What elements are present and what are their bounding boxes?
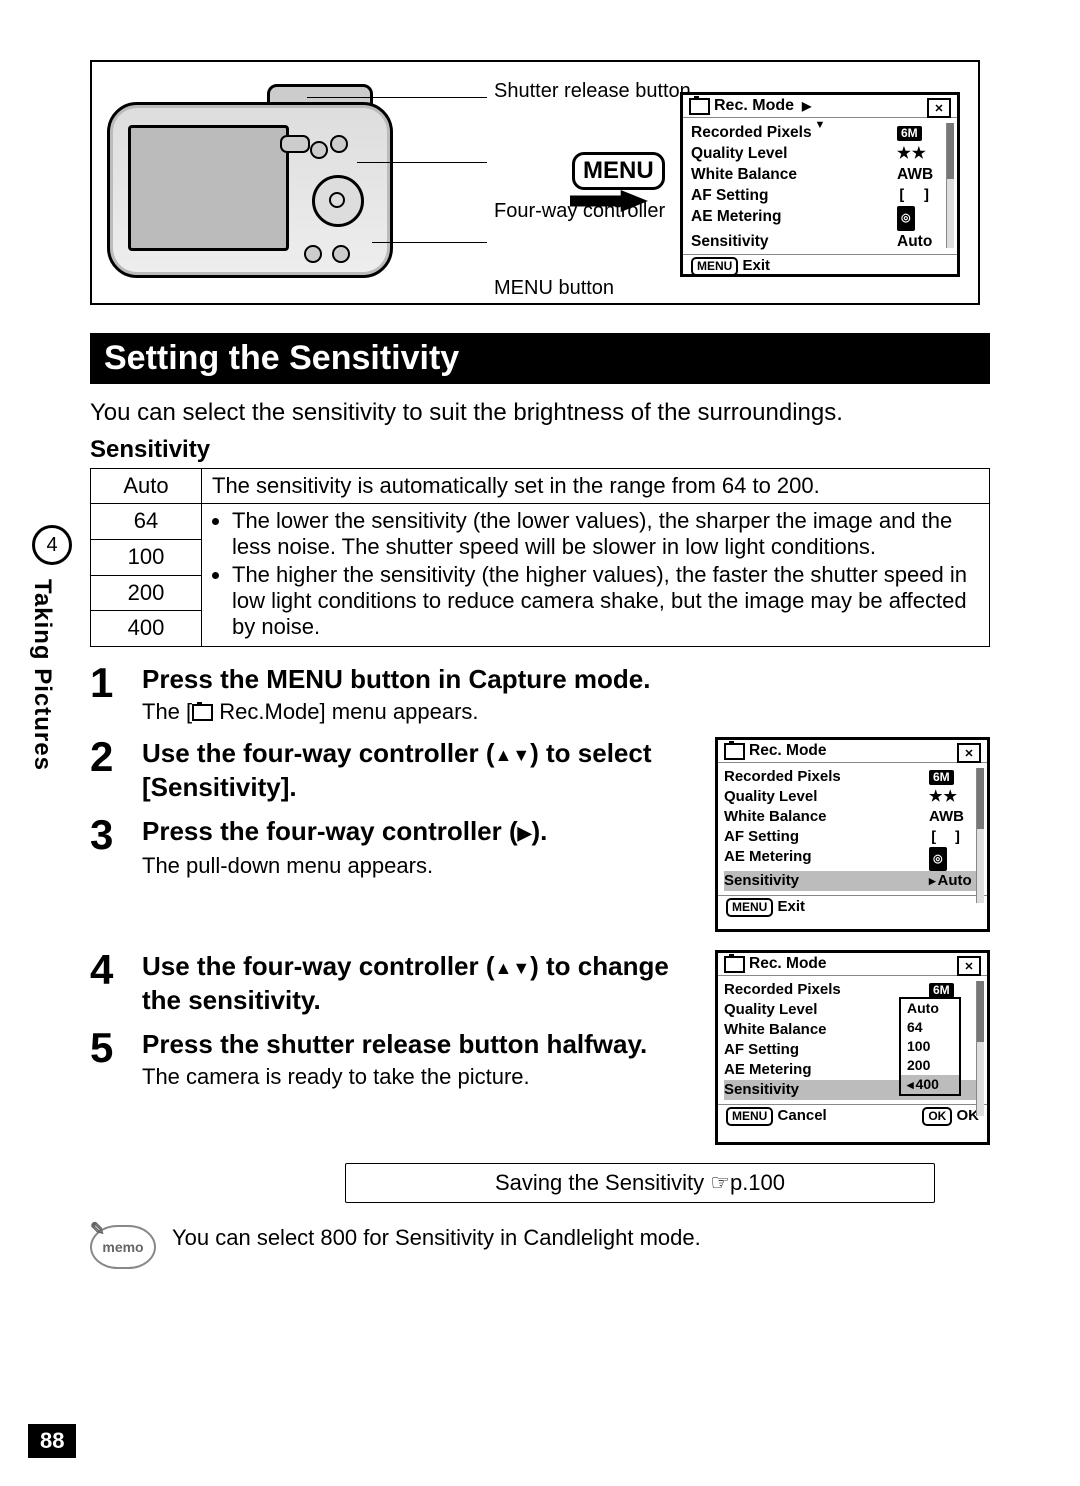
row-recorded-pixels: Recorded Pixels (691, 122, 812, 143)
cell-200: 200 (91, 575, 202, 611)
camera-icon (192, 704, 213, 721)
screen-rec-mode-dropdown: Rec. Mode Recorded Pixels6M Quality Leve… (715, 950, 990, 1145)
table-heading: Sensitivity (90, 436, 990, 464)
camera-icon (724, 743, 745, 760)
intro-text: You can select the sensitivity to suit t… (90, 398, 990, 428)
label-menu-button: MENU button (494, 277, 614, 299)
tab-arrow-icon: ▶ (802, 99, 811, 113)
screen-rec-mode-sensitivity-selected: Rec. Mode Recorded Pixels6M Quality Leve… (715, 737, 990, 932)
scrollbar (946, 123, 954, 248)
setup-tab-icon (927, 98, 951, 118)
camera-icon (689, 98, 710, 115)
camera-diagram-box: Shutter release button Four-way controll… (90, 60, 980, 305)
chapter-name: Taking Pictures (28, 579, 56, 771)
screen-title: Rec. Mode (714, 97, 794, 115)
scrollbar (976, 768, 984, 903)
menu-button-graphic: MENU (572, 152, 665, 190)
step-4: 4 Use the four-way controller (▲▼) to ch… (90, 950, 697, 1016)
row-quality-level: Quality Level (691, 143, 787, 164)
cell-100: 100 (91, 539, 202, 575)
row-sensitivity-highlighted: Sensitivity (724, 871, 799, 891)
cross-reference-box: Saving the Sensitivity ☞p.100 (345, 1163, 935, 1203)
cell-auto-desc: The sensitivity is automatically set in … (202, 469, 990, 504)
caret-down-icon: ▼ (815, 119, 826, 131)
sensitivity-dropdown: Auto 64 100 200 400 (899, 997, 961, 1096)
sensitivity-table: Auto The sensitivity is automatically se… (90, 468, 990, 647)
steps-list: 1 Press the MENU button in Capture mode.… (90, 663, 990, 1145)
step-5: 5 Press the shutter release button halfw… (90, 1028, 697, 1090)
step-1: 1 Press the MENU button in Capture mode.… (90, 663, 990, 725)
memo-icon: memo (90, 1225, 156, 1269)
dropdown-selected: 400 (901, 1075, 959, 1094)
camera-icon (724, 956, 745, 973)
camera-illustration (107, 102, 393, 278)
metering-icon (929, 847, 947, 871)
row-ae-metering: AE Metering (691, 206, 781, 231)
cell-64: 64 (91, 504, 202, 540)
step-3: 3 Press the four-way controller (▶). The… (90, 815, 697, 879)
label-shutter-release: Shutter release button (494, 80, 691, 102)
af-area-icon: [ ] (897, 185, 949, 206)
scrollbar (976, 981, 984, 1116)
row-af-setting: AF Setting (691, 185, 769, 206)
cell-auto: Auto (91, 469, 202, 504)
setup-tab-icon (957, 743, 981, 763)
screen-rec-mode-main: Rec. Mode ▶ ▼ Recorded Pixels6M Quality … (680, 92, 960, 277)
memo-note: memo You can select 800 for Sensitivity … (90, 1225, 990, 1269)
row-sensitivity-highlighted: Sensitivity (724, 1080, 799, 1100)
step-2: 2 Use the four-way controller (▲▼) to se… (90, 737, 697, 803)
manual-page: 4 Taking Pictures Shutter release button… (0, 0, 1080, 1486)
chapter-number: 4 (32, 525, 72, 565)
row-sensitivity: Sensitivity (691, 231, 769, 252)
setup-tab-icon (957, 956, 981, 976)
cell-400: 400 (91, 611, 202, 647)
page-number: 88 (28, 1424, 76, 1458)
chapter-tab: 4 Taking Pictures (28, 525, 72, 771)
metering-icon (897, 206, 915, 231)
row-white-balance: White Balance (691, 164, 797, 185)
cell-numeric-desc: The lower the sensitivity (the lower val… (202, 504, 990, 647)
section-title: Setting the Sensitivity (90, 333, 990, 384)
